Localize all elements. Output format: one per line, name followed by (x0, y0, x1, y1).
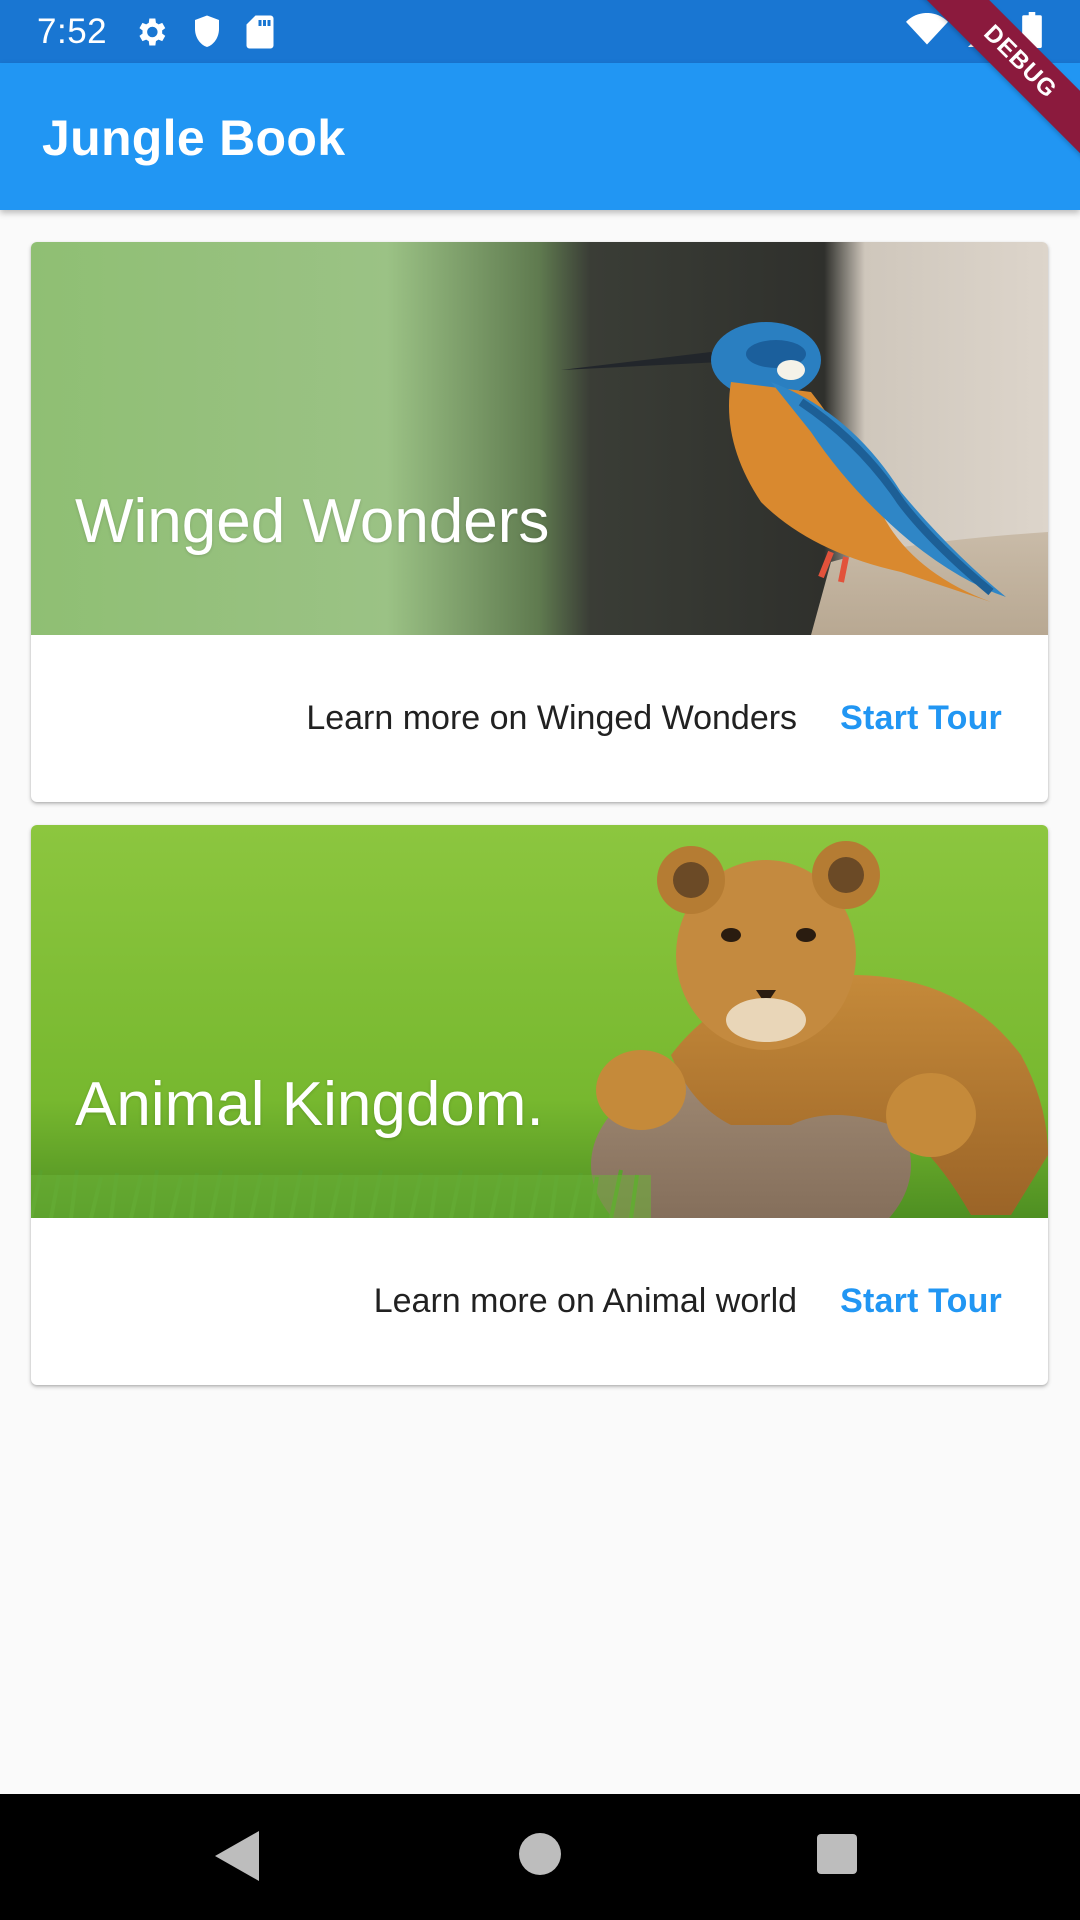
kingfisher-photo: Winged Wonders (31, 242, 1048, 635)
start-tour-button[interactable]: Start Tour (840, 699, 1002, 738)
card-winged-wonders: Winged Wonders Learn more on Winged Wond… (31, 242, 1048, 802)
card-actions: Learn more on Animal world Start Tour (31, 1218, 1048, 1385)
card-description: Learn more on Winged Wonders (306, 699, 798, 737)
card-actions: Learn more on Winged Wonders Start Tour (31, 635, 1048, 802)
start-tour-button[interactable]: Start Tour (840, 1282, 1002, 1321)
home-icon[interactable] (519, 1833, 561, 1880)
card-description: Learn more on Animal world (373, 1282, 798, 1320)
status-time: 7:52 (37, 11, 108, 51)
recents-icon[interactable] (817, 1834, 857, 1879)
lion-cub-photo: Animal Kingdom. (31, 825, 1048, 1218)
status-bar: 7:52 (0, 0, 1080, 63)
shield-icon (191, 14, 223, 50)
app-bar: Jungle Book (0, 63, 1080, 210)
back-icon[interactable] (215, 1831, 259, 1886)
sd-card-icon (245, 14, 275, 50)
settings-icon (133, 14, 169, 50)
card-title: Winged Wonders (75, 487, 550, 556)
card-animal-kingdom: Animal Kingdom. Learn more on Animal wor… (31, 825, 1048, 1385)
app-title: Jungle Book (42, 110, 346, 166)
wifi-icon (906, 12, 948, 52)
card-title: Animal Kingdom. (75, 1070, 544, 1139)
navigation-bar (0, 1794, 1080, 1920)
